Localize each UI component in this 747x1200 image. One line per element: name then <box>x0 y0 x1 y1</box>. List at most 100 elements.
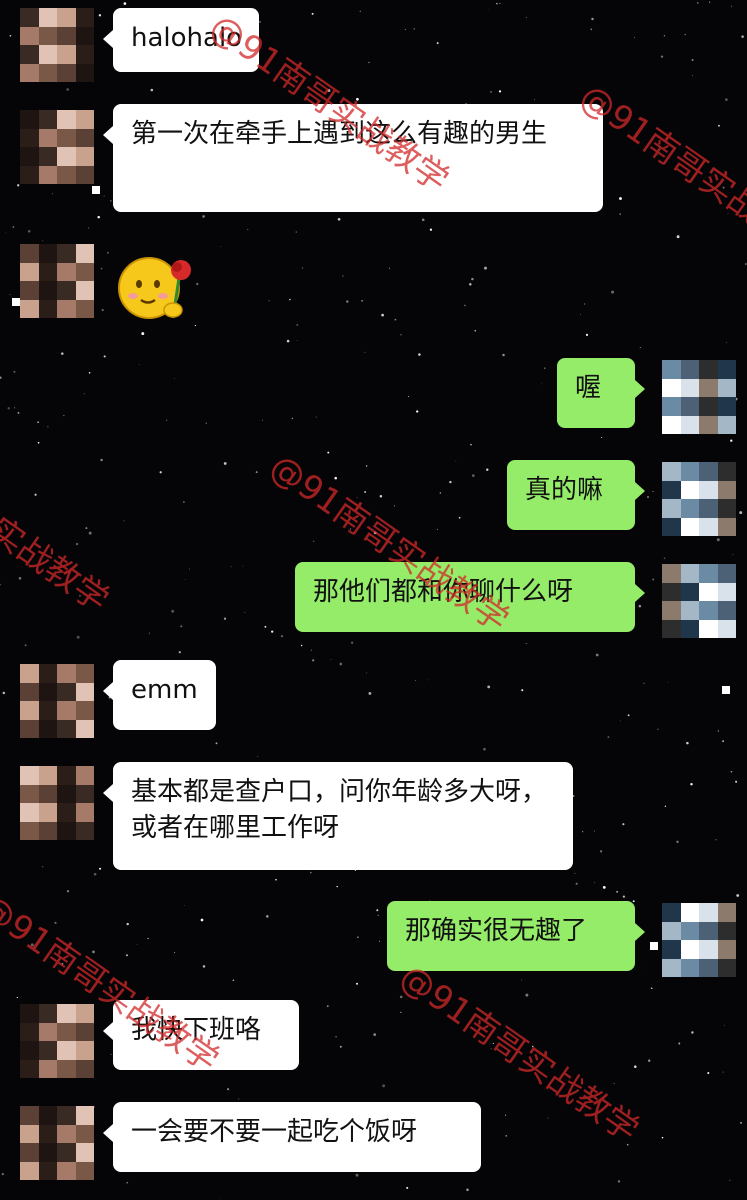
star <box>735 780 738 783</box>
incoming-message-bubble[interactable]: halohalo <box>103 8 259 72</box>
avatar-mosaic-tile <box>699 940 718 959</box>
star <box>590 28 593 31</box>
avatar-mosaic-tile <box>717 619 736 638</box>
star <box>126 954 128 957</box>
contact-avatar[interactable] <box>20 8 94 82</box>
avatar-mosaic-tile <box>38 262 57 281</box>
avatar-mosaic-tile <box>699 958 718 977</box>
star <box>582 831 584 833</box>
star <box>648 1059 651 1062</box>
star <box>595 653 599 657</box>
star <box>727 212 729 214</box>
star <box>439 492 441 494</box>
avatar-mosaic-tile <box>662 619 681 638</box>
avatar-mosaic-tile <box>38 26 57 45</box>
star <box>667 681 669 683</box>
avatar-mosaic-tile <box>75 45 94 64</box>
message-text: 喔 <box>575 373 602 403</box>
avatar-mosaic-tile <box>20 766 39 785</box>
star <box>373 1033 377 1036</box>
incoming-message-bubble[interactable]: 我快下班咯 <box>103 1000 299 1070</box>
star <box>379 495 383 498</box>
star <box>469 283 472 286</box>
star <box>365 465 368 467</box>
star <box>336 885 338 888</box>
star <box>364 491 366 493</box>
star <box>136 943 138 945</box>
my-avatar[interactable] <box>662 462 736 536</box>
avatar-mosaic-tile <box>38 1004 57 1023</box>
avatar-mosaic-tile <box>680 480 699 499</box>
star <box>230 566 232 568</box>
star <box>730 439 733 442</box>
avatar-mosaic-tile <box>699 415 718 434</box>
avatar-mosaic-tile <box>662 601 681 620</box>
star <box>5 232 6 233</box>
star <box>101 308 104 312</box>
star <box>17 411 20 414</box>
outgoing-message-bubble[interactable]: 喔 <box>557 358 645 428</box>
avatar-mosaic-tile <box>38 45 57 64</box>
incoming-message-bubble[interactable]: emm <box>103 660 216 730</box>
avatar-mosaic-tile <box>57 1041 76 1060</box>
avatar-mosaic-tile <box>57 45 76 64</box>
star <box>259 21 261 23</box>
star <box>7 407 10 410</box>
star <box>691 1031 694 1034</box>
star <box>464 304 466 307</box>
my-avatar[interactable] <box>662 360 736 434</box>
smiley-holding-rose-icon[interactable] <box>115 248 199 328</box>
star <box>123 520 125 522</box>
avatar-mosaic-tile <box>38 128 57 147</box>
contact-avatar[interactable] <box>20 1004 94 1078</box>
outgoing-message-bubble[interactable]: 真的嘛 <box>507 460 645 530</box>
avatar-mosaic-tile <box>75 784 94 803</box>
star <box>75 542 79 546</box>
star <box>585 333 589 336</box>
avatar-mosaic-tile <box>680 940 699 959</box>
star <box>639 346 641 348</box>
star <box>717 730 720 732</box>
star <box>382 1084 386 1088</box>
avatar-mosaic-tile <box>680 619 699 638</box>
star <box>722 740 724 742</box>
star <box>470 444 472 446</box>
avatar-mosaic-tile <box>57 244 76 263</box>
star <box>66 88 70 91</box>
incoming-message-bubble[interactable]: 基本都是查户口，问你年龄多大呀，或者在哪里工作呀 <box>103 762 573 870</box>
avatar-mosaic-tile <box>38 766 57 785</box>
avatar-mosaic-tile <box>75 128 94 147</box>
avatar-mosaic-tile <box>38 682 57 701</box>
star <box>280 635 284 638</box>
contact-avatar[interactable] <box>20 244 94 318</box>
my-avatar[interactable] <box>662 903 736 977</box>
incoming-message-bubble[interactable]: 第一次在牵手上遇到这么有趣的男生 <box>103 104 603 212</box>
star <box>110 200 112 202</box>
star <box>532 1045 534 1048</box>
star <box>455 460 457 462</box>
avatar-mosaic-tile <box>38 63 57 82</box>
incoming-message-bubble[interactable]: 一会要不要一起吃个饭呀 <box>103 1102 481 1172</box>
star <box>690 782 693 786</box>
avatar-mosaic-tile <box>57 664 76 683</box>
star <box>741 35 744 38</box>
avatar-mosaic-tile <box>717 415 736 434</box>
outgoing-message-bubble[interactable]: 那他们都和你聊什么呀 <box>295 562 645 632</box>
contact-avatar[interactable] <box>20 1106 94 1180</box>
avatar-mosaic-tile <box>20 1124 39 1143</box>
star <box>335 1035 337 1038</box>
avatar-mosaic-tile <box>20 299 39 318</box>
star <box>498 90 502 93</box>
contact-avatar[interactable] <box>20 110 94 184</box>
star <box>361 300 363 302</box>
contact-avatar[interactable] <box>20 664 94 738</box>
star <box>24 644 27 647</box>
my-avatar[interactable] <box>662 564 736 638</box>
avatar-mosaic-tile <box>38 1106 57 1125</box>
star <box>663 557 666 559</box>
outgoing-message-bubble[interactable]: 那确实很无趣了 <box>387 901 645 971</box>
contact-avatar[interactable] <box>20 766 94 840</box>
star <box>619 197 622 200</box>
star <box>534 99 535 101</box>
star <box>641 967 643 969</box>
